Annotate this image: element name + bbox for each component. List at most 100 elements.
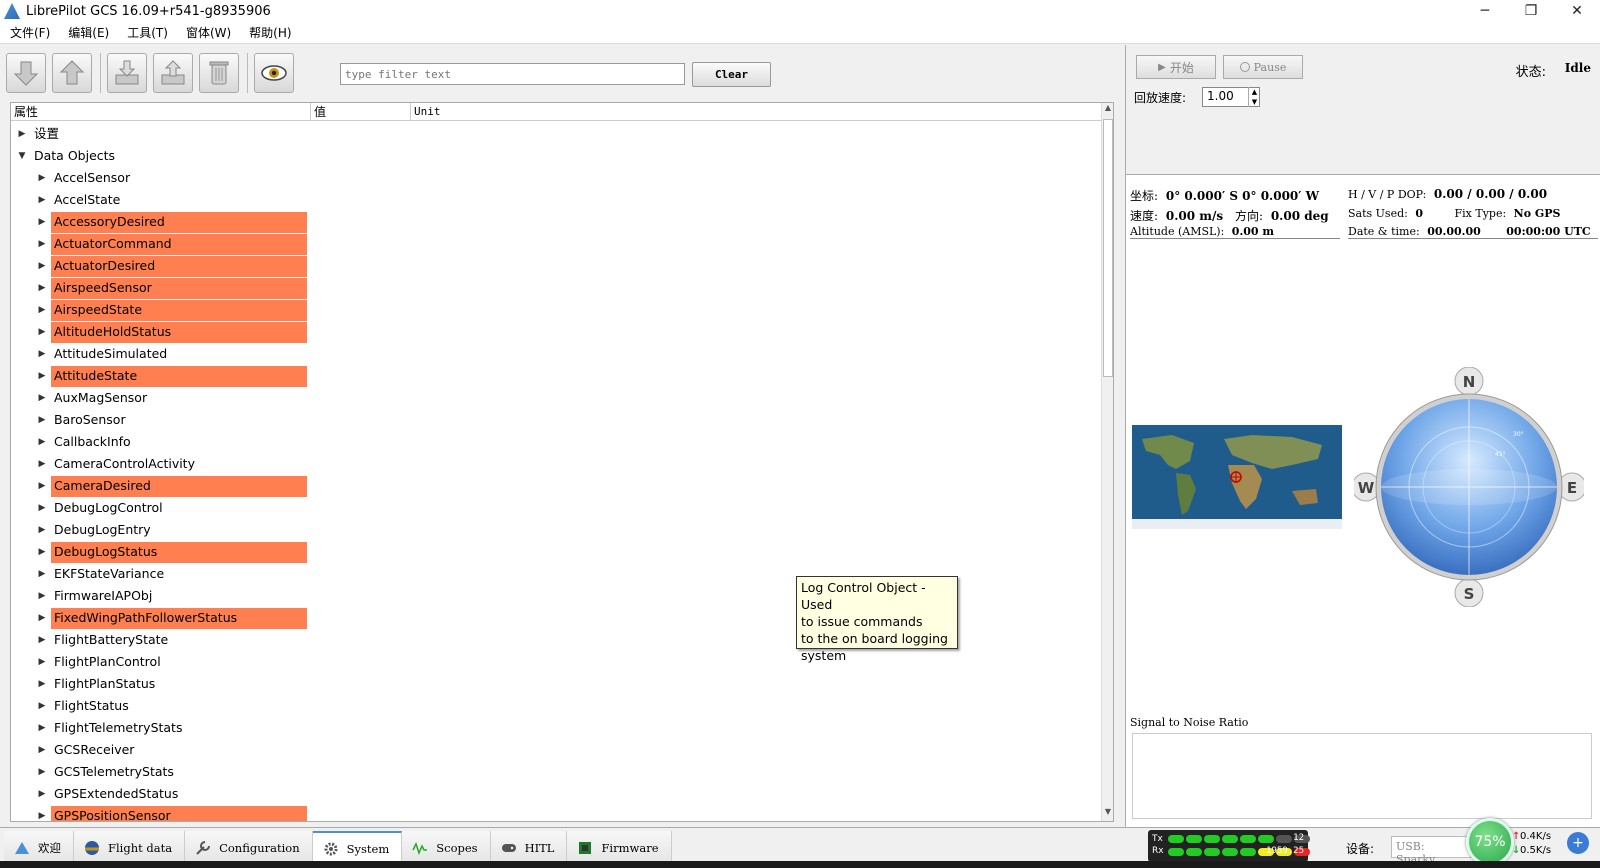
tree-row[interactable]: ▶ AccessoryDesired: [11, 211, 1103, 233]
tree-row[interactable]: ▶ DebugLogEntry: [11, 519, 1103, 541]
menu-file[interactable]: 文件(F): [0, 24, 58, 41]
collapsed-arrow-icon[interactable]: ▶: [37, 453, 47, 475]
tree-row[interactable]: ▶ AccelSensor: [11, 167, 1103, 189]
compass-east: E: [1567, 479, 1577, 497]
column-property[interactable]: 属性: [11, 103, 311, 121]
plus-icon[interactable]: +: [1567, 832, 1589, 854]
menu-edit[interactable]: 编辑(E): [58, 24, 117, 41]
tree-row[interactable]: ▶ AuxMagSensor: [11, 387, 1103, 409]
collapsed-arrow-icon[interactable]: ▶: [37, 343, 47, 365]
collapsed-arrow-icon[interactable]: ▶: [37, 211, 47, 233]
speed-spinner[interactable]: ▲ ▼: [1248, 87, 1260, 107]
collapsed-arrow-icon[interactable]: ▶: [37, 519, 47, 541]
collapsed-arrow-icon[interactable]: ▶: [37, 387, 47, 409]
collapsed-arrow-icon[interactable]: ▶: [37, 805, 47, 821]
scroll-thumb[interactable]: [1103, 119, 1113, 377]
tree-row[interactable]: ▶ FlightStatus: [11, 695, 1103, 717]
collapsed-arrow-icon[interactable]: ▶: [37, 739, 47, 761]
tree-row[interactable]: ▼ Data Objects: [11, 145, 1103, 167]
collapsed-arrow-icon[interactable]: ▶: [37, 233, 47, 255]
column-unit[interactable]: Unit: [411, 103, 1103, 121]
collapsed-arrow-icon[interactable]: ▶: [37, 497, 47, 519]
collapsed-arrow-icon[interactable]: ▶: [37, 761, 47, 783]
collapsed-arrow-icon[interactable]: ▶: [37, 673, 47, 695]
collapsed-arrow-icon[interactable]: ▶: [37, 475, 47, 497]
tree-row[interactable]: ▶ AttitudeSimulated: [11, 343, 1103, 365]
request-update-button[interactable]: [6, 53, 46, 93]
mode-tabs: 欢迎 Flight data Configuration System Scopes HI…: [4, 831, 672, 865]
heading-label: 方向:: [1234, 209, 1263, 223]
tree-row[interactable]: ▶ GPSExtendedStatus: [11, 783, 1103, 805]
column-value[interactable]: 值: [311, 103, 411, 121]
scroll-up-icon[interactable]: ▲: [1102, 103, 1113, 117]
menu-bar: 文件(F) 编辑(E) 工具(T) 窗体(W) 帮助(H): [0, 22, 1600, 44]
tree-row[interactable]: ▶ AltitudeHoldStatus: [11, 321, 1103, 343]
collapsed-arrow-icon[interactable]: ▶: [37, 585, 47, 607]
collapsed-arrow-icon[interactable]: ▶: [37, 321, 47, 343]
collapsed-arrow-icon[interactable]: ▶: [37, 277, 47, 299]
collapsed-arrow-icon[interactable]: ▶: [37, 189, 47, 211]
send-update-button[interactable]: [52, 53, 92, 93]
collapsed-arrow-icon[interactable]: ▶: [37, 629, 47, 651]
menu-window[interactable]: 窗体(W): [176, 24, 239, 41]
expanded-arrow-icon[interactable]: ▼: [17, 145, 27, 167]
tree-row[interactable]: ▶ ActuatorCommand: [11, 233, 1103, 255]
collapsed-arrow-icon[interactable]: ▶: [37, 431, 47, 453]
collapsed-arrow-icon[interactable]: ▶: [37, 783, 47, 805]
collapsed-arrow-icon[interactable]: ▶: [37, 695, 47, 717]
tree-scrollbar[interactable]: ▲ ▼: [1101, 103, 1113, 821]
mode-tab[interactable]: Firmware: [567, 831, 672, 865]
scroll-down-icon[interactable]: ▼: [1102, 807, 1113, 821]
tree-row[interactable]: ▶ BaroSensor: [11, 409, 1103, 431]
mode-tab[interactable]: Scopes: [402, 831, 491, 865]
view-options-button[interactable]: [254, 53, 294, 93]
save-to-sd-button[interactable]: [153, 53, 193, 93]
mode-tab[interactable]: Flight data: [74, 831, 186, 865]
collapsed-arrow-icon[interactable]: ▶: [37, 167, 47, 189]
close-button[interactable]: ✕: [1554, 0, 1600, 22]
speed-label: 速度:: [1130, 209, 1159, 223]
filter-input[interactable]: [340, 63, 685, 85]
collapsed-arrow-icon[interactable]: ▶: [37, 255, 47, 277]
tree-row[interactable]: ▶ DebugLogStatus: [11, 541, 1103, 563]
tree-row[interactable]: ▶ GCSTelemetryStats: [11, 761, 1103, 783]
load-from-sd-button[interactable]: [107, 53, 147, 93]
device-select[interactable]: USB: Sparky: [1391, 836, 1471, 866]
minimize-button[interactable]: ─: [1462, 0, 1508, 22]
tree-row[interactable]: ▶ 设置: [11, 123, 1103, 145]
collapsed-arrow-icon[interactable]: ▶: [37, 651, 47, 673]
erase-from-sd-button[interactable]: [199, 53, 239, 93]
tree-row[interactable]: ▶ AirspeedState: [11, 299, 1103, 321]
tree-row[interactable]: ▶ FlightPlanStatus: [11, 673, 1103, 695]
tree-row[interactable]: ▶ AirspeedSensor: [11, 277, 1103, 299]
collapsed-arrow-icon[interactable]: ▶: [17, 123, 27, 145]
mode-tab[interactable]: Configuration: [185, 831, 313, 865]
tree-row[interactable]: ▶ GPSPositionSensor: [11, 805, 1103, 821]
tree-row-label: AttitudeSimulated: [54, 346, 168, 361]
tree-row[interactable]: ▶ FlightTelemetryStats: [11, 717, 1103, 739]
tree-row[interactable]: ▶ CameraDesired: [11, 475, 1103, 497]
collapsed-arrow-icon[interactable]: ▶: [37, 409, 47, 431]
tree-row[interactable]: ▶ DebugLogControl: [11, 497, 1103, 519]
maximize-button[interactable]: ❐: [1508, 0, 1554, 22]
collapsed-arrow-icon[interactable]: ▶: [37, 717, 47, 739]
menu-help[interactable]: 帮助(H): [239, 24, 299, 41]
tree-row[interactable]: ▶ ActuatorDesired: [11, 255, 1103, 277]
tree-row[interactable]: ▶ CameraControlActivity: [11, 453, 1103, 475]
tree-row[interactable]: ▶ AttitudeState: [11, 365, 1103, 387]
tree-row[interactable]: ▶ AccelState: [11, 189, 1103, 211]
mode-tab[interactable]: System: [312, 831, 403, 865]
collapsed-arrow-icon[interactable]: ▶: [37, 563, 47, 585]
menu-tools[interactable]: 工具(T): [117, 24, 176, 41]
collapsed-arrow-icon[interactable]: ▶: [37, 607, 47, 629]
tree-row[interactable]: ▶ CallbackInfo: [11, 431, 1103, 453]
collapsed-arrow-icon[interactable]: ▶: [37, 365, 47, 387]
start-button[interactable]: ▶ 开始: [1136, 55, 1216, 79]
tree-row[interactable]: ▶ GCSReceiver: [11, 739, 1103, 761]
collapsed-arrow-icon[interactable]: ▶: [37, 541, 47, 563]
collapsed-arrow-icon[interactable]: ▶: [37, 299, 47, 321]
pause-button[interactable]: Pause: [1223, 55, 1303, 79]
mode-tab[interactable]: HITL: [490, 831, 568, 865]
clear-filter-button[interactable]: Clear: [692, 62, 771, 87]
mode-tab[interactable]: 欢迎: [4, 831, 74, 865]
